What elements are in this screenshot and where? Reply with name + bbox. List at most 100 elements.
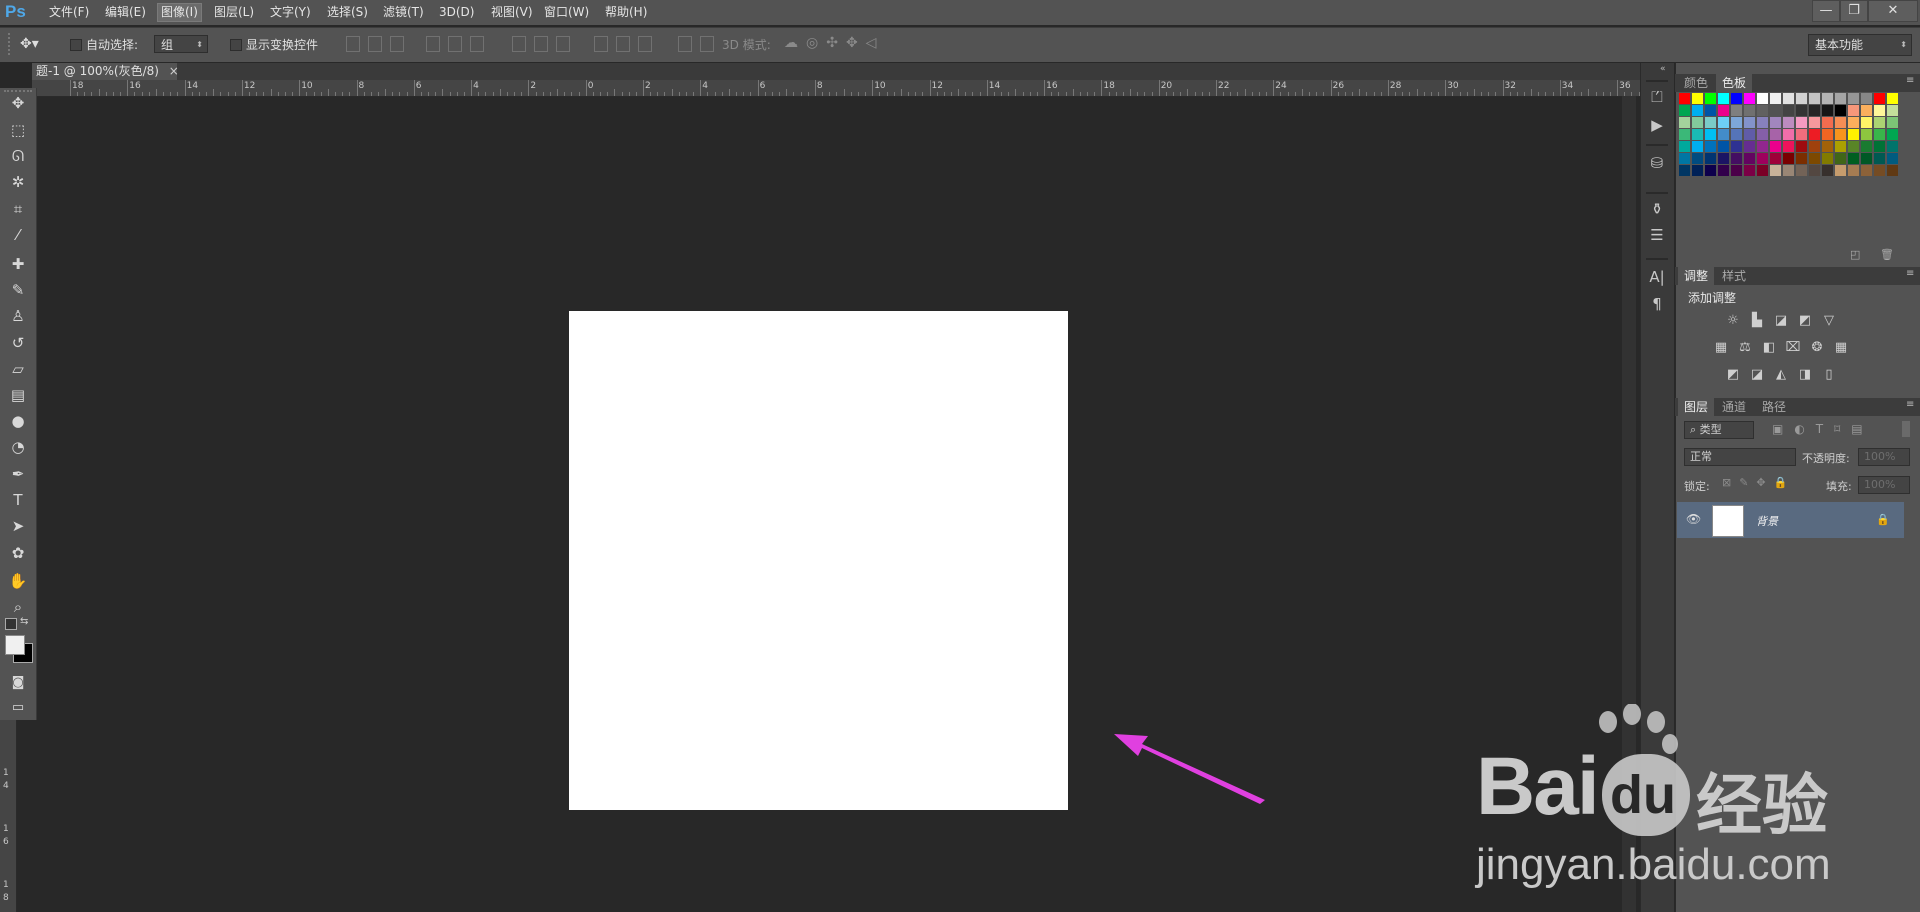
menu-item[interactable]: 文件(F) bbox=[46, 4, 92, 21]
auto-select-dropdown[interactable]: 组 ⬍ bbox=[154, 35, 208, 53]
tab-channels[interactable]: 通道 bbox=[1716, 398, 1752, 416]
color-swatch[interactable] bbox=[1692, 141, 1703, 152]
color-swatch[interactable] bbox=[1692, 93, 1703, 104]
eraser-icon[interactable]: ▱ bbox=[6, 358, 30, 380]
tab-swatches[interactable]: 色板 bbox=[1716, 74, 1753, 92]
color-swatch[interactable] bbox=[1887, 141, 1898, 152]
color-swatch[interactable] bbox=[1744, 165, 1755, 176]
panel-menu-icon[interactable]: ≡ bbox=[1906, 399, 1914, 410]
color-swatch[interactable] bbox=[1679, 93, 1690, 104]
color-swatch[interactable] bbox=[1679, 165, 1690, 176]
color-swatch[interactable] bbox=[1770, 105, 1781, 116]
color-swatch[interactable] bbox=[1887, 105, 1898, 116]
color-swatch[interactable] bbox=[1679, 117, 1690, 128]
color-swatch[interactable] bbox=[1887, 117, 1898, 128]
color-swatch[interactable] bbox=[1705, 93, 1716, 104]
color-swatch[interactable] bbox=[1770, 117, 1781, 128]
color-swatch[interactable] bbox=[1770, 129, 1781, 140]
color-swatch[interactable] bbox=[1718, 117, 1729, 128]
align-icon[interactable] bbox=[616, 36, 630, 52]
curves-icon[interactable]: ◪ bbox=[1773, 314, 1789, 328]
layer-filter-icons[interactable]: ▣◐T⌑▤ bbox=[1772, 422, 1874, 436]
hue-icon[interactable]: ▦ bbox=[1713, 341, 1729, 355]
swap-colors-icon[interactable]: ⇆ bbox=[20, 616, 32, 628]
color-swatch[interactable] bbox=[1822, 165, 1833, 176]
tab-paths[interactable]: 路径 bbox=[1756, 398, 1792, 416]
align-icon[interactable] bbox=[534, 36, 548, 52]
color-swatch[interactable] bbox=[1783, 105, 1794, 116]
color-swatch[interactable] bbox=[1809, 129, 1820, 140]
color-swatch[interactable] bbox=[1835, 141, 1846, 152]
color-swatch[interactable] bbox=[1887, 129, 1898, 140]
foreground-color-swatch[interactable] bbox=[5, 635, 25, 655]
color-swatch[interactable] bbox=[1757, 105, 1768, 116]
show-transform-checkbox[interactable] bbox=[230, 39, 242, 51]
color-swatch[interactable] bbox=[1887, 153, 1898, 164]
color-swatch[interactable] bbox=[1822, 105, 1833, 116]
color-swatch[interactable] bbox=[1705, 141, 1716, 152]
color-swatch[interactable] bbox=[1809, 117, 1820, 128]
color-swatch[interactable] bbox=[1731, 129, 1742, 140]
menu-item[interactable]: 视图(V) bbox=[488, 4, 536, 21]
vertical-ruler[interactable]: 1416182 bbox=[0, 720, 17, 912]
type-icon[interactable]: T bbox=[6, 489, 30, 511]
selective-color-icon[interactable]: ◨ bbox=[1797, 368, 1813, 382]
minimize-button[interactable]: — bbox=[1812, 0, 1840, 22]
menu-item[interactable]: 3D(D) bbox=[436, 4, 477, 21]
color-swatch[interactable] bbox=[1783, 153, 1794, 164]
color-swatch[interactable] bbox=[1835, 165, 1846, 176]
align-icon[interactable] bbox=[346, 36, 360, 52]
color-swatch[interactable] bbox=[1796, 141, 1807, 152]
color-swatch[interactable] bbox=[1757, 141, 1768, 152]
color-swatch[interactable] bbox=[1783, 93, 1794, 104]
menu-item[interactable]: 帮助(H) bbox=[602, 4, 650, 21]
3d-mode-icons[interactable]: ☁◎✣✥◁ bbox=[784, 35, 904, 53]
zoom-icon[interactable]: ⌕ bbox=[6, 596, 30, 618]
healing-icon[interactable]: ✚ bbox=[6, 253, 30, 275]
color-swatch[interactable] bbox=[1770, 141, 1781, 152]
color-swatch[interactable] bbox=[1848, 93, 1859, 104]
color-swatch[interactable] bbox=[1679, 105, 1690, 116]
color-swatch[interactable] bbox=[1861, 93, 1872, 104]
bw-icon[interactable]: ◧ bbox=[1761, 341, 1777, 355]
menu-item[interactable]: 选择(S) bbox=[324, 4, 371, 21]
filter-toggle[interactable] bbox=[1902, 421, 1910, 437]
align-icon[interactable] bbox=[638, 36, 652, 52]
tab-styles[interactable]: 样式 bbox=[1716, 267, 1752, 285]
color-swatch[interactable] bbox=[1796, 117, 1807, 128]
color-swatch[interactable] bbox=[1692, 129, 1703, 140]
color-lookup-icon[interactable]: ▦ bbox=[1833, 341, 1849, 355]
color-swatch[interactable] bbox=[1796, 153, 1807, 164]
magic-wand-icon[interactable]: ✲ bbox=[6, 171, 30, 193]
gradient-icon[interactable]: ▤ bbox=[6, 384, 30, 406]
color-swatch[interactable] bbox=[1874, 129, 1885, 140]
color-swatch[interactable] bbox=[1874, 105, 1885, 116]
panel-menu-icon[interactable]: ≡ bbox=[1906, 75, 1914, 86]
color-swatch[interactable] bbox=[1692, 117, 1703, 128]
color-swatch[interactable] bbox=[1822, 93, 1833, 104]
color-swatch[interactable] bbox=[1757, 153, 1768, 164]
channel-mixer-icon[interactable]: ❂ bbox=[1809, 341, 1825, 355]
layer-name[interactable]: 背景 bbox=[1756, 513, 1778, 529]
color-swatch[interactable] bbox=[1874, 141, 1885, 152]
lasso-icon[interactable]: ᘏ bbox=[6, 145, 30, 167]
menu-item[interactable]: 编辑(E) bbox=[102, 4, 149, 21]
shape-icon[interactable]: ✿ bbox=[6, 542, 30, 564]
align-icon[interactable] bbox=[700, 36, 714, 52]
align-icon[interactable] bbox=[594, 36, 608, 52]
brush-icon[interactable]: ✎ bbox=[6, 279, 30, 301]
brush-presets-icon[interactable]: ⚱ bbox=[1645, 198, 1669, 220]
options-grip[interactable] bbox=[8, 33, 14, 55]
color-swatch[interactable] bbox=[1770, 165, 1781, 176]
color-swatch[interactable] bbox=[1822, 129, 1833, 140]
actions-play-icon[interactable]: ▶ bbox=[1645, 114, 1669, 136]
restore-button[interactable]: ❐ bbox=[1840, 0, 1868, 22]
menu-item[interactable]: 文字(Y) bbox=[267, 4, 314, 21]
color-swatch[interactable] bbox=[1705, 105, 1716, 116]
lock-icons[interactable]: ⊠✎✥🔒 bbox=[1722, 476, 1795, 489]
tab-adjustments[interactable]: 调整 bbox=[1678, 267, 1715, 285]
screen-mode-icon[interactable]: ▭ bbox=[6, 697, 30, 719]
color-swatch[interactable] bbox=[1783, 141, 1794, 152]
tab-layers[interactable]: 图层 bbox=[1678, 398, 1715, 416]
color-swatch[interactable] bbox=[1861, 129, 1872, 140]
